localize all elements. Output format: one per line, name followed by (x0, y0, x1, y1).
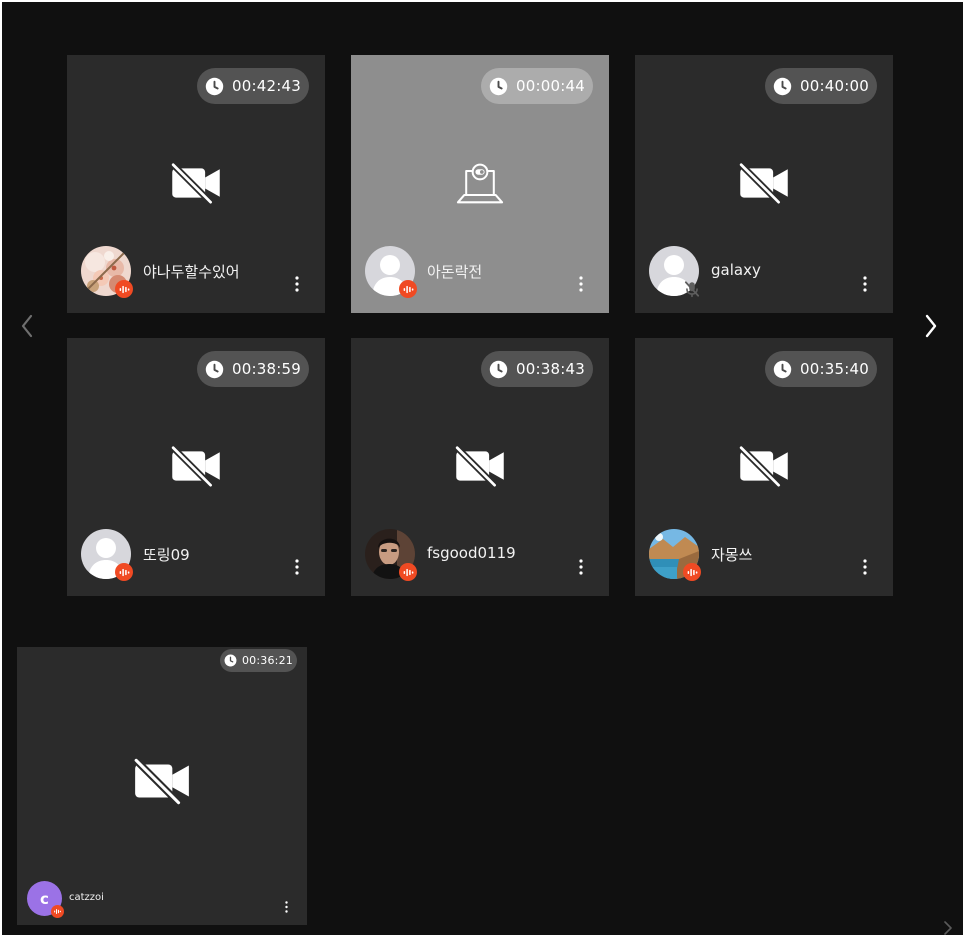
call-duration-timer: 00:42:43 (197, 68, 309, 104)
participant-tile[interactable]: 00:38:43 fsgood0119 (351, 338, 609, 596)
participant-name: 야나두할수있어 (143, 263, 240, 281)
speaking-badge (115, 563, 133, 581)
chevron-right-icon (925, 314, 937, 338)
call-duration-text: 00:36:21 (241, 654, 293, 667)
video-off-icon (737, 162, 788, 204)
speaking-icon (119, 568, 129, 576)
call-duration-timer: 00:36:21 (220, 649, 297, 672)
screen-share-icon (456, 163, 504, 204)
participant-name: 자몽쓰 (711, 546, 753, 564)
next-page-button[interactable] (920, 310, 942, 342)
speaking-badge (399, 563, 417, 581)
call-duration-text: 00:38:43 (516, 360, 585, 378)
video-conference-gallery: 00:42:43 야나두할수있어 00:00:44 아돈락전 00:40:00 galax… (2, 2, 963, 935)
more-options-button[interactable] (278, 899, 294, 915)
more-options-icon (295, 276, 299, 292)
call-duration-text: 00:00:44 (516, 77, 585, 95)
video-off-icon (169, 162, 220, 204)
more-options-button[interactable] (855, 274, 875, 294)
clock-icon (489, 360, 508, 378)
more-options-button[interactable] (571, 557, 591, 577)
call-duration-text: 00:40:00 (800, 77, 869, 95)
speaking-badge (51, 905, 64, 918)
clock-icon (489, 77, 508, 95)
call-duration-text: 00:35:40 (800, 360, 869, 378)
participant-tile[interactable]: 00:42:43 야나두할수있어 (67, 55, 325, 313)
speaking-icon (403, 568, 413, 576)
more-options-icon (579, 276, 583, 292)
participant-tile[interactable]: 00:38:59 또링09 (67, 338, 325, 596)
chevron-left-icon (21, 314, 33, 338)
more-options-button[interactable] (287, 274, 307, 294)
clock-icon (773, 360, 792, 378)
more-options-button[interactable] (855, 557, 875, 577)
more-options-icon (579, 559, 583, 575)
participant-name: fsgood0119 (427, 544, 516, 562)
speaking-icon (119, 285, 129, 293)
call-duration-timer: 00:00:44 (481, 68, 593, 104)
speaking-icon (687, 568, 697, 576)
call-duration-timer: 00:38:43 (481, 351, 593, 387)
participant-name: 또링09 (143, 546, 190, 564)
call-duration-timer: 00:35:40 (765, 351, 877, 387)
speaking-badge (399, 280, 417, 298)
more-options-icon (863, 276, 867, 292)
participant-tile[interactable]: 00:40:00 galaxy (635, 55, 893, 313)
participant-name: 아돈락전 (427, 263, 483, 281)
video-off-icon (169, 445, 220, 487)
participant-name: galaxy (711, 261, 761, 279)
clock-icon (205, 77, 224, 95)
mic-muted-badge (683, 280, 701, 298)
participant-tile[interactable]: 00:00:44 아돈락전 (351, 55, 609, 313)
corner-arrow (940, 920, 956, 935)
more-options-icon (284, 901, 288, 913)
more-options-icon (295, 559, 299, 575)
participant-name: catzzoi (69, 892, 104, 903)
call-duration-text: 00:38:59 (232, 360, 301, 378)
more-options-icon (863, 559, 867, 575)
speaking-icon (403, 285, 413, 293)
speaking-icon (54, 908, 61, 915)
call-duration-text: 00:42:43 (232, 77, 301, 95)
speaking-badge (683, 563, 701, 581)
more-options-button[interactable] (571, 274, 591, 294)
video-off-icon (737, 445, 788, 487)
self-view-tile[interactable]: 00:36:21 c catzzoi (17, 647, 307, 925)
video-off-icon (453, 445, 504, 487)
mic-muted-icon (684, 281, 700, 298)
chevron-right-icon (944, 921, 952, 935)
previous-page-button[interactable] (16, 310, 38, 342)
participant-tile[interactable]: 00:35:40 자몽쓰 (635, 338, 893, 596)
clock-icon (224, 654, 237, 667)
speaking-badge (115, 280, 133, 298)
call-duration-timer: 00:38:59 (197, 351, 309, 387)
call-duration-timer: 00:40:00 (765, 68, 877, 104)
clock-icon (773, 77, 792, 95)
video-off-icon (132, 757, 189, 805)
clock-icon (205, 360, 224, 378)
more-options-button[interactable] (287, 557, 307, 577)
